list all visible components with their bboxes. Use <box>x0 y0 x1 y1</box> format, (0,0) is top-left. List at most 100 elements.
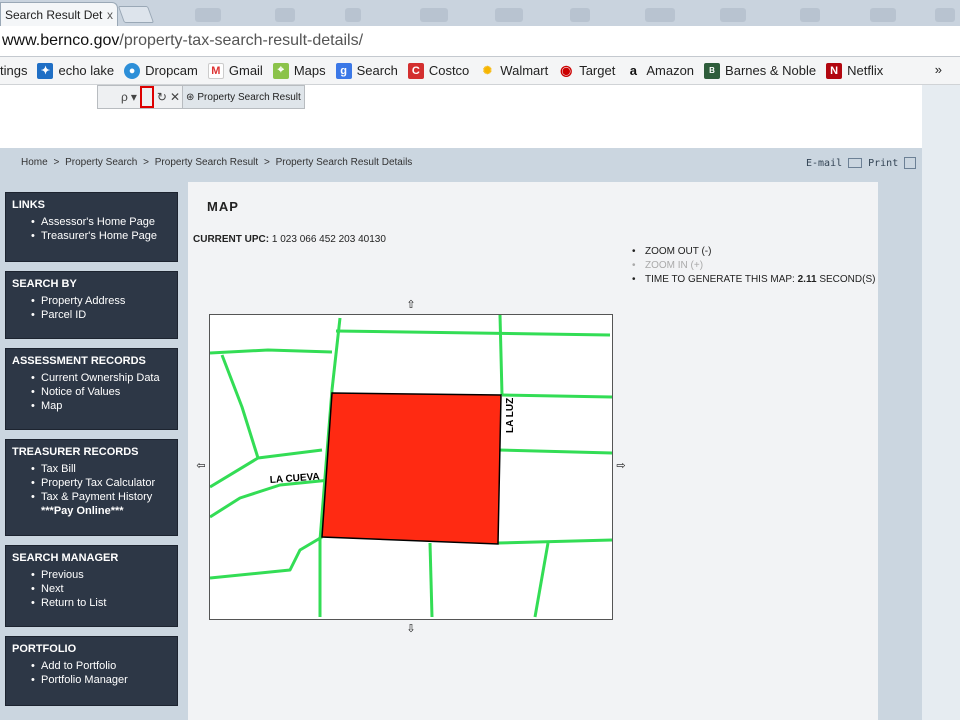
sidebar-item-next[interactable]: Next <box>12 582 171 596</box>
pinned-tab[interactable] <box>495 8 523 22</box>
bookmark-netflix[interactable]: N Netflix <box>826 62 884 79</box>
street-line <box>335 329 611 337</box>
walmart-icon: ✺ <box>482 65 492 77</box>
bookmark-settings[interactable]: tings <box>0 63 27 78</box>
time-unit: SECOND(S) <box>819 274 876 285</box>
bookmark-gmail[interactable]: M Gmail <box>207 62 263 79</box>
sidebar: LINKS Assessor's Home Page Treasurer's H… <box>5 192 178 715</box>
zoom-out-link[interactable]: ZOOM OUT (-) <box>632 245 875 259</box>
embedded-tab[interactable]: ⊛ Property Search Result Details-... <box>182 86 304 108</box>
breadcrumb-separator: > <box>143 157 149 168</box>
sidebar-item-treasurer-home[interactable]: Treasurer's Home Page <box>12 229 171 243</box>
bookmark-search[interactable]: g Search <box>335 62 398 79</box>
pinned-tab[interactable] <box>935 8 955 22</box>
sidebar-assessment-records: ASSESSMENT RECORDS Current Ownership Dat… <box>5 348 178 430</box>
street-line <box>330 317 342 391</box>
current-upc: CURRENT UPC: 1 023 066 452 203 40130 <box>193 234 386 245</box>
sidebar-item-notice-of-values[interactable]: Notice of Values <box>12 385 171 399</box>
breadcrumb-search-result[interactable]: Property Search Result <box>155 157 258 168</box>
bookmark-costco[interactable]: C Costco <box>407 62 469 79</box>
email-link[interactable]: E-mail <box>806 158 842 169</box>
pinned-tab[interactable] <box>345 8 361 22</box>
tab-bar: Search Result Det x <box>0 0 960 26</box>
pinned-tab[interactable] <box>645 8 675 22</box>
bookmark-walmart[interactable]: ✺ Walmart <box>479 63 549 79</box>
map-canvas: LA CUEVA LA LUZ <box>210 315 612 618</box>
breadcrumb-property-search[interactable]: Property Search <box>65 157 137 168</box>
sidebar-item-assessor-home[interactable]: Assessor's Home Page <box>12 215 171 229</box>
sidebar-treasurer-records: TREASURER RECORDS Tax Bill Property Tax … <box>5 439 178 536</box>
bookmark-label: Netflix <box>847 63 884 78</box>
stop-icon[interactable]: ✕ <box>170 90 180 104</box>
sidebar-portfolio: PORTFOLIO Add to Portfolio Portfolio Man… <box>5 636 178 706</box>
pinned-tab[interactable] <box>870 8 896 22</box>
bookmarks-more-button[interactable]: » <box>935 62 942 77</box>
new-tab-button[interactable] <box>117 6 155 23</box>
pan-down-icon[interactable]: ⇩ <box>405 623 417 635</box>
bookmark-label: Maps <box>293 63 326 78</box>
bookmark-maps[interactable]: ⌖ Maps <box>272 62 326 79</box>
print-link[interactable]: Print <box>868 158 898 169</box>
sidebar-item-ownership-data[interactable]: Current Ownership Data <box>12 371 171 385</box>
sidebar-item-payment-history[interactable]: Tax & Payment History <box>12 490 171 504</box>
street-line <box>533 542 550 618</box>
breadcrumb-current: Property Search Result Details <box>275 157 413 168</box>
costco-icon: C <box>407 62 424 79</box>
url-path: /property-tax-search-result-details/ <box>119 32 364 49</box>
sidebar-item-previous[interactable]: Previous <box>12 568 171 582</box>
bookmark-echo-lake[interactable]: ✦ echo lake <box>37 62 115 79</box>
pan-right-icon[interactable]: ⇨ <box>615 460 627 472</box>
pinned-tab[interactable] <box>275 8 295 22</box>
gmail-icon: M <box>207 62 224 79</box>
tab-active[interactable]: Search Result Det x <box>0 2 118 26</box>
pinned-tab[interactable] <box>800 8 820 22</box>
address-bar[interactable]: www.bernco.gov/property-tax-search-resul… <box>0 26 960 57</box>
pinned-tab[interactable] <box>195 8 221 22</box>
sidebar-item-tax-bill[interactable]: Tax Bill <box>12 462 171 476</box>
bookmark-target[interactable]: ◉ Target <box>558 62 615 79</box>
sidebar-section-title: SEARCH MANAGER <box>12 552 119 564</box>
compat-view-icon[interactable] <box>139 86 154 108</box>
print-icon[interactable] <box>904 157 917 169</box>
bookmarks-bar: tings ✦ echo lake ● Dropcam M Gmail ⌖ Ma… <box>0 57 960 85</box>
pinned-tab[interactable] <box>420 8 448 22</box>
sidebar-item-return-to-list[interactable]: Return to List <box>12 596 171 610</box>
parcel-map[interactable]: LA CUEVA LA LUZ <box>209 314 613 620</box>
sidebar-item-pay-online[interactable]: ***Pay Online*** <box>12 504 171 518</box>
pinned-tab[interactable] <box>720 8 746 22</box>
bookmark-amazon[interactable]: a Amazon <box>625 63 694 79</box>
sidebar-item-property-address[interactable]: Property Address <box>12 294 171 308</box>
target-icon: ◉ <box>560 62 573 78</box>
pinned-tab[interactable] <box>570 8 590 22</box>
bookmark-dropcam[interactable]: ● Dropcam <box>124 62 198 79</box>
bookmark-barnes-noble[interactable]: B Barnes & Noble <box>704 62 816 79</box>
refresh-icon[interactable]: ↻ <box>157 90 167 104</box>
sidebar-links: LINKS Assessor's Home Page Treasurer's H… <box>5 192 178 262</box>
close-icon[interactable]: x <box>103 8 117 22</box>
street-line <box>220 354 260 459</box>
sidebar-item-add-to-portfolio[interactable]: Add to Portfolio <box>12 659 171 673</box>
toolbar-search[interactable]: ρ ▾ ↻ ✕ <box>98 86 182 108</box>
upc-value: 1 023 066 452 203 40130 <box>271 234 386 245</box>
email-icon[interactable] <box>848 158 863 168</box>
map-generation-time: TIME TO GENERATE THIS MAP: 2.11 SECOND(S… <box>632 273 875 287</box>
sidebar-item-map[interactable]: Map <box>12 399 171 413</box>
street-line <box>497 448 612 455</box>
bookmark-label: echo lake <box>58 63 115 78</box>
breadcrumb-home[interactable]: Home <box>21 157 48 168</box>
sidebar-item-tax-calculator[interactable]: Property Tax Calculator <box>12 476 171 490</box>
time-label: TIME TO GENERATE THIS MAP: <box>645 274 795 285</box>
sidebar-item-portfolio-manager[interactable]: Portfolio Manager <box>12 673 171 687</box>
tab-title: Search Result Det <box>5 7 103 22</box>
dropdown-icon[interactable]: ▾ <box>131 90 137 104</box>
pan-left-icon[interactable]: ⇦ <box>195 460 207 472</box>
search-icon[interactable]: ρ <box>121 90 128 104</box>
url-host: www.bernco.gov <box>2 32 120 49</box>
dropbox-icon: ✦ <box>37 62 54 79</box>
bookmark-label: Amazon <box>646 63 695 78</box>
sidebar-item-parcel-id[interactable]: Parcel ID <box>12 308 171 322</box>
bookmark-label: Walmart <box>500 63 549 78</box>
pan-up-icon[interactable]: ⇧ <box>405 299 417 311</box>
sidebar-section-title: SEARCH BY <box>12 278 77 290</box>
street-line <box>428 542 434 618</box>
